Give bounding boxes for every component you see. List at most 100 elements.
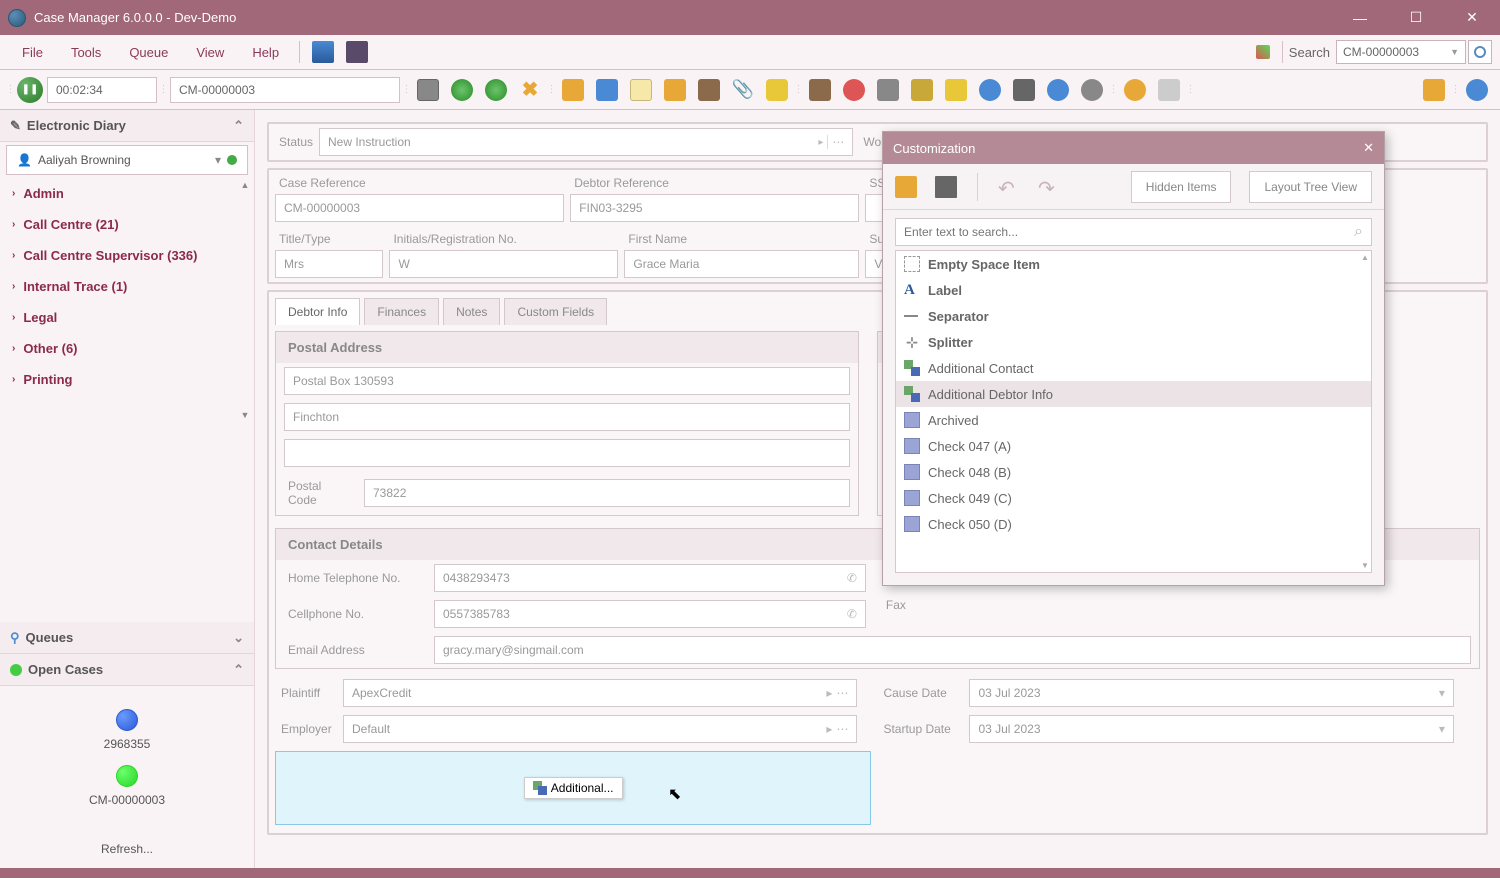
tab-hidden-items[interactable]: Hidden Items	[1131, 171, 1232, 203]
postal-line1[interactable]: Postal Box 130593	[284, 367, 850, 395]
mail-icon[interactable]	[941, 75, 971, 105]
case-number[interactable]: 2968355	[15, 737, 239, 751]
globe-add-icon[interactable]	[975, 75, 1005, 105]
sidebar-item-supervisor[interactable]: ›Call Centre Supervisor (336)	[0, 240, 254, 271]
cust-item-separator[interactable]: Separator	[896, 303, 1371, 329]
postal-line2[interactable]: Finchton	[284, 403, 850, 431]
gavel-icon[interactable]	[694, 75, 724, 105]
print-icon[interactable]	[805, 75, 835, 105]
customization-panel[interactable]: Customization ✕ ↶ ↷ Hidden Items Layout …	[882, 131, 1385, 586]
open-icon[interactable]	[895, 176, 917, 198]
employer-combo[interactable]: Default ▸ ⋯	[343, 715, 857, 743]
customization-titlebar[interactable]: Customization ✕	[883, 132, 1384, 164]
maximize-button[interactable]: ☐	[1396, 3, 1436, 33]
sidebar-item-internal-trace[interactable]: ›Internal Trace (1)	[0, 271, 254, 302]
open-cases-header[interactable]: Open Cases ⌃	[0, 654, 254, 686]
cust-item-archived[interactable]: Archived	[896, 407, 1371, 433]
tab-custom-fields[interactable]: Custom Fields	[504, 298, 607, 325]
tab-notes[interactable]: Notes	[443, 298, 500, 325]
users-icon[interactable]	[839, 75, 869, 105]
cust-item-check-050[interactable]: Check 050 (D)	[896, 511, 1371, 537]
building-icon[interactable]	[873, 75, 903, 105]
scroll-down-icon[interactable]: ▼	[238, 410, 252, 424]
cust-item-check-048[interactable]: Check 048 (B)	[896, 459, 1371, 485]
plaintiff-combo[interactable]: ApexCredit ▸ ⋯	[343, 679, 857, 707]
link-icon[interactable]	[1043, 75, 1073, 105]
user-selector[interactable]: 👤 Aaliyah Browning ▾	[6, 145, 248, 175]
cust-item-check-047[interactable]: Check 047 (A)	[896, 433, 1371, 459]
case-ref-input[interactable]: CM-00000003	[170, 77, 400, 103]
search-button[interactable]	[1468, 40, 1492, 64]
refresh-icon[interactable]	[447, 75, 477, 105]
sidebar-item-other[interactable]: ›Other (6)	[0, 333, 254, 364]
note-icon[interactable]	[626, 75, 656, 105]
pause-button[interactable]: ❚❚	[17, 77, 43, 103]
email-value[interactable]: gracy.mary@singmail.com	[434, 636, 1471, 664]
package-icon[interactable]	[907, 75, 937, 105]
phone-icon[interactable]: ✆	[847, 571, 857, 585]
undo-icon[interactable]: ↶	[998, 176, 1020, 198]
initials-value[interactable]: W	[389, 250, 618, 278]
delete-icon[interactable]: ✖	[515, 75, 545, 105]
customization-search-input[interactable]	[904, 225, 1354, 239]
scroll-up-icon[interactable]: ▲	[238, 180, 252, 194]
save-icon[interactable]	[935, 176, 957, 198]
customization-close-button[interactable]: ✕	[1363, 140, 1374, 156]
close-button[interactable]: ✕	[1452, 3, 1492, 33]
user-icon[interactable]	[660, 75, 690, 105]
refresh-link[interactable]: Refresh...	[0, 830, 254, 868]
phone-icon[interactable]: ✆	[847, 607, 857, 621]
cust-item-empty-space[interactable]: Empty Space Item	[896, 251, 1371, 277]
status-combo[interactable]: New Instruction ▸ ⋯	[319, 128, 853, 156]
postal-code-value[interactable]: 73822	[364, 479, 850, 507]
export-icon[interactable]	[1419, 75, 1449, 105]
cust-item-additional-contact[interactable]: Additional Contact	[896, 355, 1371, 381]
monitor-icon[interactable]	[312, 41, 334, 63]
case-ref[interactable]: CM-00000003	[15, 793, 239, 807]
add-icon[interactable]	[481, 75, 511, 105]
sidebar-item-call-centre[interactable]: ›Call Centre (21)	[0, 209, 254, 240]
world-icon[interactable]	[1120, 75, 1150, 105]
sidebar-item-legal[interactable]: ›Legal	[0, 302, 254, 333]
customization-search[interactable]: ⌕	[895, 218, 1372, 246]
search-input[interactable]: CM-00000003 ▼	[1336, 40, 1466, 64]
queues-header[interactable]: ⚲ Queues ⌄	[0, 622, 254, 654]
layout-drop-zone[interactable]: Additional... ⬉	[275, 751, 871, 825]
send-icon[interactable]	[592, 75, 622, 105]
pin-icon[interactable]	[762, 75, 792, 105]
tab-finances[interactable]: Finances	[364, 298, 439, 325]
startup-date-combo[interactable]: 03 Jul 2023 ▾	[969, 715, 1453, 743]
settings-icon[interactable]	[1462, 75, 1492, 105]
redo-icon[interactable]: ↷	[1038, 176, 1060, 198]
cause-date-combo[interactable]: 03 Jul 2023 ▾	[969, 679, 1453, 707]
sidebar-item-printing[interactable]: ›Printing	[0, 364, 254, 395]
cust-item-splitter[interactable]: ⊹ Splitter	[896, 329, 1371, 355]
home-tel-value[interactable]: 0438293473✆	[434, 564, 866, 592]
flag-icon[interactable]	[1256, 45, 1270, 59]
menu-queue[interactable]: Queue	[115, 39, 182, 66]
menu-help[interactable]: Help	[238, 39, 293, 66]
sidebar-item-admin[interactable]: ›Admin	[0, 178, 254, 209]
tab-debtor-info[interactable]: Debtor Info	[275, 298, 360, 325]
signature-icon[interactable]	[1154, 75, 1184, 105]
chart-icon[interactable]	[346, 41, 368, 63]
attach-icon[interactable]: 📎	[728, 75, 758, 105]
customization-item-list[interactable]: Empty Space Item A Label Separator ⊹ Spl…	[895, 250, 1372, 573]
printer-icon[interactable]	[1009, 75, 1039, 105]
firstname-value[interactable]: Grace Maria	[624, 250, 859, 278]
person-icon[interactable]	[1077, 75, 1107, 105]
save-icon[interactable]	[413, 75, 443, 105]
cust-item-additional-debtor[interactable]: Additional Debtor Info	[896, 381, 1371, 407]
cust-item-check-049[interactable]: Check 049 (C)	[896, 485, 1371, 511]
title-value[interactable]: Mrs	[275, 250, 383, 278]
electronic-diary-header[interactable]: ✎ Electronic Diary ⌃	[0, 110, 254, 142]
postal-line3[interactable]	[284, 439, 850, 467]
cust-item-label[interactable]: A Label	[896, 277, 1371, 303]
bell-icon[interactable]	[558, 75, 588, 105]
case-green-icon[interactable]	[116, 765, 138, 787]
case-blue-icon[interactable]	[116, 709, 138, 731]
menu-tools[interactable]: Tools	[57, 39, 115, 66]
menu-file[interactable]: File	[8, 39, 57, 66]
cell-value[interactable]: 0557385783✆	[434, 600, 866, 628]
drag-item-additional[interactable]: Additional...	[524, 777, 623, 799]
